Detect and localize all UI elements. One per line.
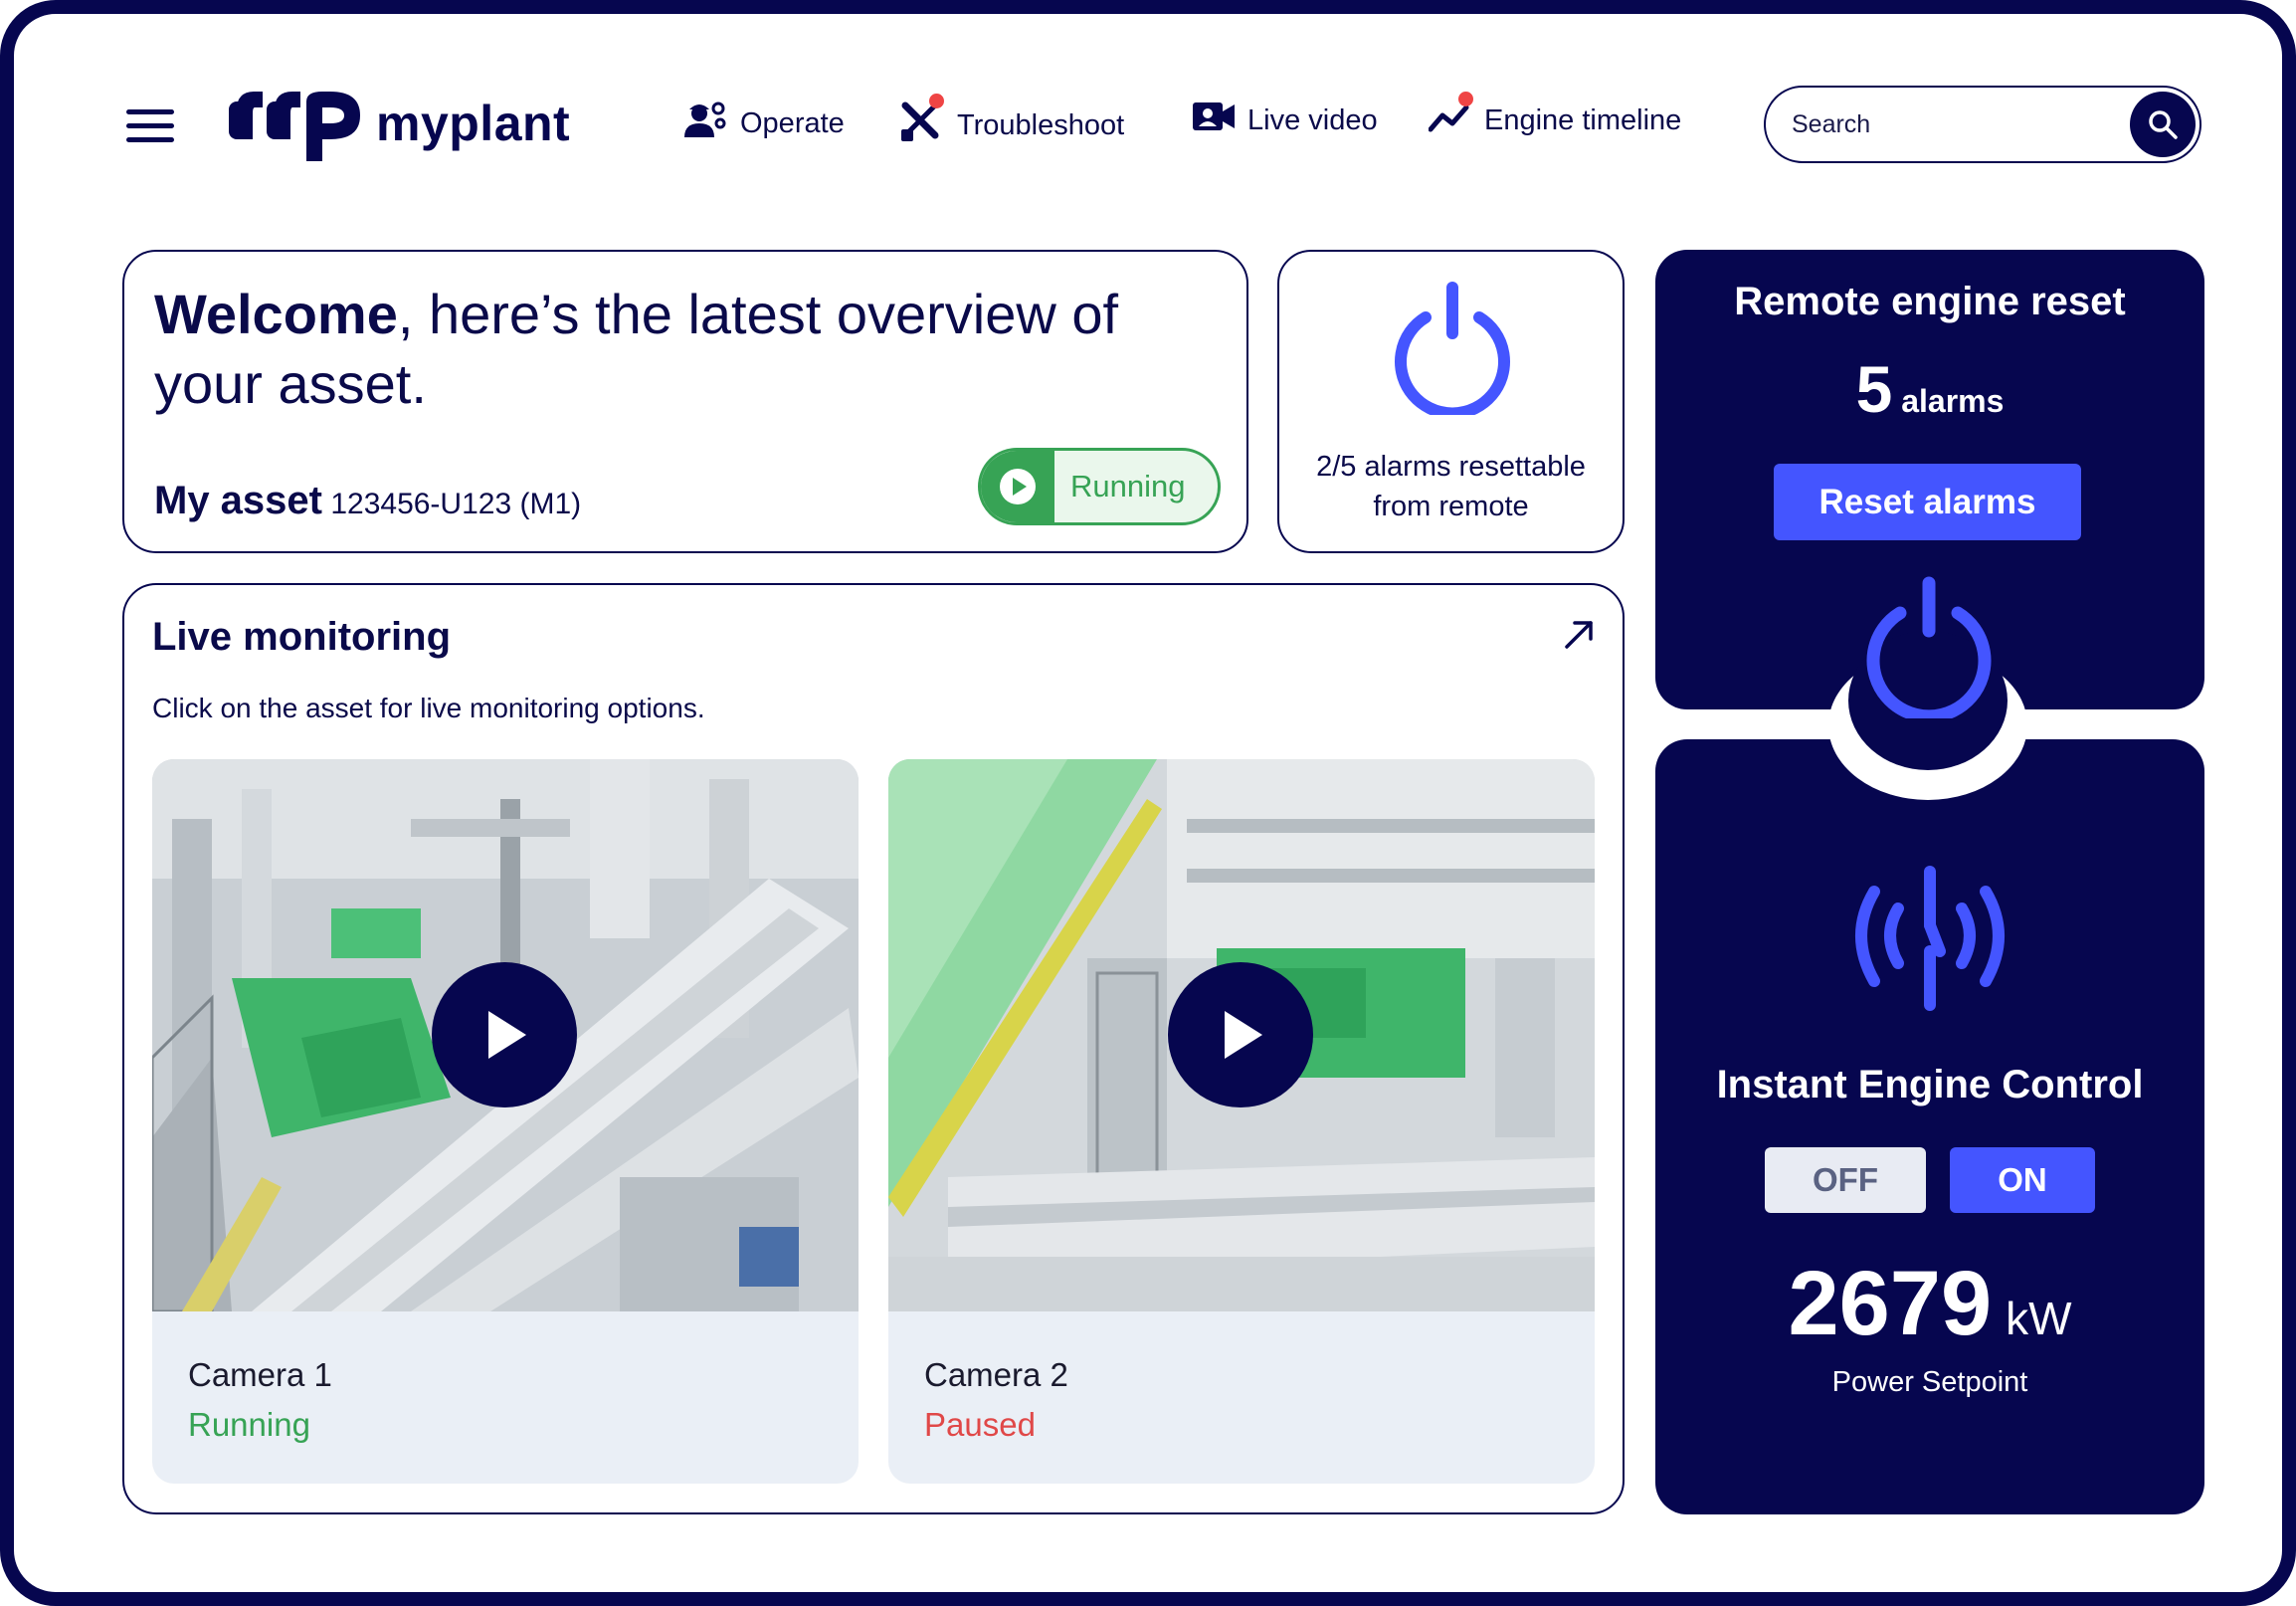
camera-1-name: Camera 1 [188, 1356, 332, 1393]
asset-status-badge: Running [978, 448, 1221, 525]
engine-on-button[interactable]: ON [1950, 1147, 2095, 1213]
notification-dot [929, 94, 944, 108]
search-icon [2149, 110, 2178, 139]
power-icon [1395, 282, 1510, 415]
search-input[interactable] [1790, 108, 2108, 140]
reset-alarms-button[interactable]: Reset alarms [1774, 464, 2081, 540]
welcome-card: Welcome, here’s the latest overview of y… [122, 250, 1248, 553]
asset-label: My asset [154, 479, 322, 522]
power-setpoint-value: 2679 kW [1655, 1252, 2204, 1356]
myplant-logo[interactable]: myplant [227, 84, 570, 163]
play-icon [1225, 1011, 1262, 1059]
operator-icon [682, 100, 728, 147]
power-setpoint-number: 2679 [1788, 1253, 1993, 1354]
power-setpoint-unit: kW [2006, 1293, 2072, 1344]
nav-label-operate: Operate [740, 106, 845, 139]
power-icon[interactable] [1854, 569, 2004, 718]
asset-line: My asset 123456-U123 (M1) [154, 479, 581, 523]
live-monitoring-title: Live monitoring [152, 615, 451, 659]
alarms-summary-line2: from remote [1373, 491, 1529, 522]
logo-text: myplant [376, 96, 571, 151]
power-setpoint-label: Power Setpoint [1831, 1366, 2028, 1398]
asset-status-label: Running [1070, 469, 1186, 503]
camera-2-name: Camera 2 [924, 1356, 1068, 1393]
nav-item-troubleshoot[interactable]: Troubleshoot [899, 94, 1125, 151]
welcome-bold: Welcome [154, 283, 398, 345]
alarms-summary-line1: 2/5 alarms resettable [1316, 451, 1586, 483]
tools-icon [899, 94, 945, 151]
hamburger-menu-icon[interactable] [126, 109, 174, 143]
welcome-headline: Welcome, here’s the latest overview of y… [154, 280, 1149, 419]
alarm-count-unit: alarms [1901, 383, 2005, 419]
engine-off-button[interactable]: OFF [1765, 1147, 1926, 1213]
alarms-summary-card[interactable]: 2/5 alarms resettable from remote [1277, 250, 1625, 553]
asset-id: 123456-U123 (M1) [330, 488, 582, 520]
nav-label-troubleshoot: Troubleshoot [957, 108, 1125, 141]
app-frame: myplant Operate Troubleshoot Live video … [0, 0, 2296, 1606]
live-monitoring-card: Live monitoring Click on the asset for l… [122, 583, 1625, 1514]
remote-reset-title: Remote engine reset [1734, 280, 2126, 323]
signal-switch-icon [1855, 866, 2005, 1011]
expand-arrow-icon[interactable] [1563, 619, 1595, 651]
video-camera-icon [1192, 100, 1236, 141]
myplant-logo-icon [229, 92, 360, 161]
play-icon [488, 1011, 526, 1059]
play-circle-icon [981, 451, 1054, 522]
nav-item-live-video[interactable]: Live video [1192, 100, 1378, 141]
search-box [1764, 86, 2201, 163]
play-button[interactable] [432, 962, 577, 1107]
trend-line-icon [1428, 92, 1473, 141]
play-button[interactable] [1168, 962, 1313, 1107]
camera-2-status: Paused [924, 1406, 1036, 1443]
search-button[interactable] [2130, 92, 2196, 157]
nav-label-live-video: Live video [1247, 103, 1378, 136]
camera-card-2[interactable]: Camera 2 Paused [888, 759, 1595, 1484]
camera-1-status: Running [188, 1406, 310, 1443]
camera-card-1[interactable]: Camera 1 Running [152, 759, 859, 1484]
nav-item-engine-timeline[interactable]: Engine timeline [1428, 92, 1682, 141]
engine-control-title: Instant Engine Control [1716, 1063, 2144, 1106]
alarms-summary-text: 2/5 alarms resettable from remote [1279, 447, 1623, 526]
alarm-count: 5 alarms [1655, 351, 2204, 427]
nav-item-operate[interactable]: Operate [682, 100, 845, 147]
live-monitoring-subtitle: Click on the asset for live monitoring o… [152, 693, 705, 723]
engine-control-panel: Instant Engine Control OFF ON 2679 kW Pow… [1655, 739, 2204, 1514]
nav-label-engine-timeline: Engine timeline [1484, 103, 1682, 136]
notification-dot [1458, 92, 1473, 106]
alarm-count-number: 5 [1855, 352, 1893, 426]
